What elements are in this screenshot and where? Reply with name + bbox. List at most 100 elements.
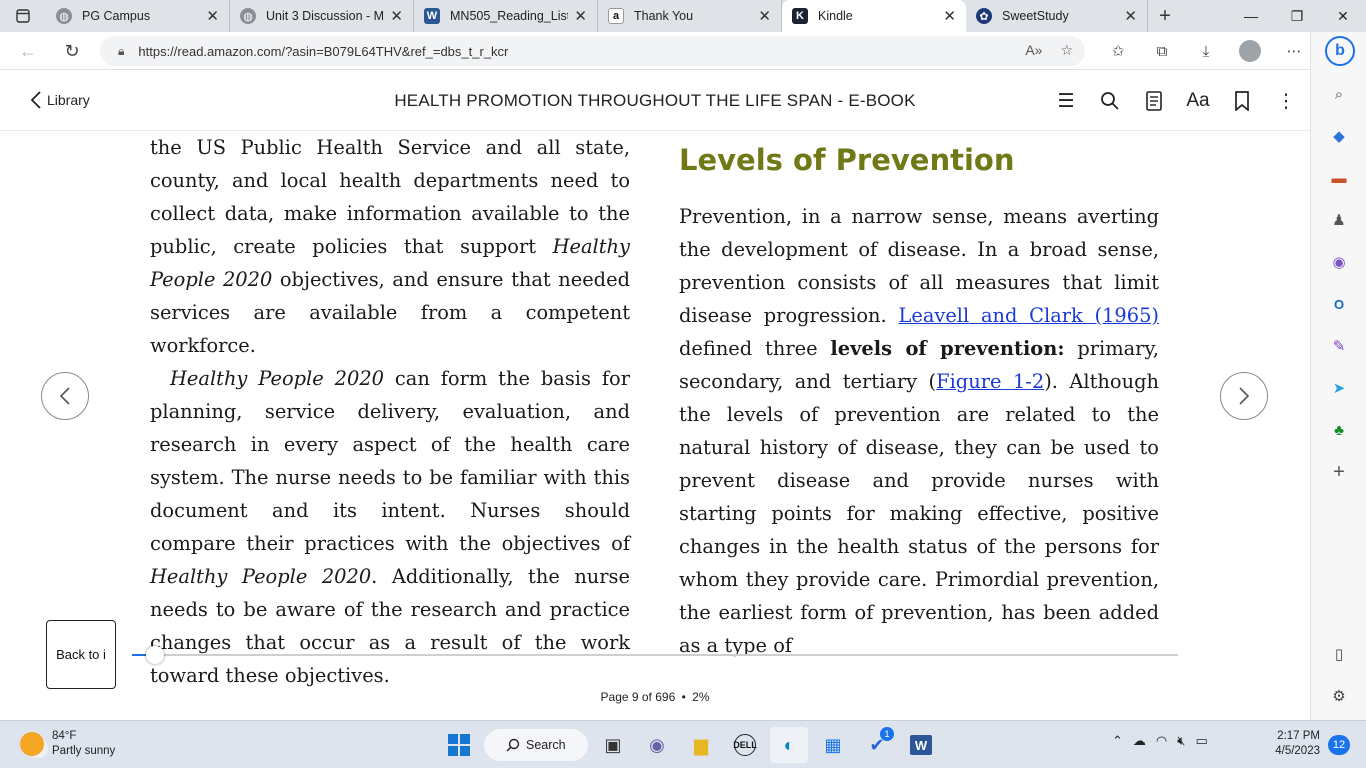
- left-text-column: the US Public Health Service and all sta…: [150, 131, 630, 692]
- refresh-button[interactable]: ↻: [52, 41, 92, 62]
- right-text-column: Levels of Prevention Prevention, in a na…: [679, 131, 1159, 662]
- read-aloud-icon[interactable]: A»: [1025, 42, 1042, 59]
- tools-icon[interactable]: ▬: [1329, 168, 1349, 188]
- address-bar[interactable]: 🔒︎ https://read.amazon.com/?asin=B079L64…: [100, 36, 1085, 66]
- microsoft-store-icon[interactable]: ▦: [814, 727, 852, 763]
- edge-browser-icon[interactable]: ◐: [770, 727, 808, 763]
- close-tab-icon[interactable]: ✕: [758, 7, 771, 25]
- designer-icon[interactable]: ✎: [1329, 336, 1349, 356]
- browser-tab[interactable]: a Thank You ✕: [598, 0, 782, 32]
- percent-read: 2%: [692, 690, 710, 704]
- window-controls: — ❐ ✕: [1228, 0, 1366, 32]
- minimize-button[interactable]: —: [1228, 0, 1274, 32]
- section-heading: Levels of Prevention: [679, 143, 1015, 177]
- sidebar-toggle-icon[interactable]: ▯: [1329, 644, 1349, 664]
- close-tab-icon[interactable]: ✕: [943, 7, 956, 25]
- progress-slider-thumb[interactable]: [146, 646, 164, 664]
- browser-tab[interactable]: ✿ SweetStudy ✕: [966, 0, 1148, 32]
- lock-icon: 🔒︎: [118, 43, 125, 58]
- add-sidebar-item-icon[interactable]: +: [1329, 461, 1349, 483]
- paragraph: the US Public Health Service and all sta…: [150, 136, 630, 357]
- more-options-icon[interactable]: ⋮: [1264, 87, 1308, 115]
- partly-sunny-icon: [20, 732, 44, 756]
- edge-sidebar: b ⌕ ◆ ▬ ♟ ◉ O ✎ ➤ ♣ + ▯ ⚙: [1310, 32, 1366, 720]
- page-number: Page 9 of 696: [600, 690, 676, 704]
- bing-icon[interactable]: b: [1325, 36, 1355, 66]
- downloads-icon[interactable]: ⤓: [1184, 43, 1228, 60]
- start-button[interactable]: [440, 727, 478, 763]
- browser-tab[interactable]: ◍ Unit 3 Discussion - MN ✕: [230, 0, 414, 32]
- todo-icon[interactable]: ✔ 1: [858, 727, 896, 763]
- browser-tab[interactable]: W MN505_Reading_List.d ✕: [414, 0, 598, 32]
- search-icon[interactable]: [1088, 87, 1132, 115]
- shopping-icon[interactable]: ◆: [1329, 126, 1349, 146]
- previous-page-button[interactable]: [41, 372, 89, 420]
- system-tray: ⌃ ☁ ◠ 🔇︎ ▭: [1112, 733, 1208, 749]
- paragraph: Prevention, in a narrow sense, means ave…: [679, 205, 1159, 657]
- onedrive-icon[interactable]: ☁: [1133, 733, 1146, 749]
- search-icon[interactable]: ⌕: [1329, 84, 1349, 104]
- notes-icon[interactable]: [1132, 87, 1176, 115]
- windows-logo-icon: [448, 734, 470, 756]
- collections-icon[interactable]: ⧉: [1140, 43, 1184, 60]
- back-to-location-button[interactable]: Back to i: [46, 620, 116, 689]
- word-app-icon[interactable]: W: [902, 727, 940, 763]
- arrow-left-icon: ←: [19, 41, 37, 61]
- close-tab-icon[interactable]: ✕: [574, 7, 587, 25]
- volume-muted-icon[interactable]: 🔇︎: [1177, 733, 1185, 749]
- battery-icon[interactable]: ▭: [1195, 733, 1207, 749]
- tab-title: SweetStudy: [1002, 9, 1069, 23]
- separator: •: [681, 690, 686, 704]
- tree-icon[interactable]: ♣: [1329, 420, 1349, 440]
- notification-badge[interactable]: 12: [1328, 735, 1350, 755]
- browser-toolbar: ✩ ⧉ ⤓ ⋯: [1096, 32, 1316, 70]
- tab-actions-button[interactable]: [0, 0, 46, 32]
- profile-avatar[interactable]: [1239, 40, 1261, 62]
- date: 4/5/2023: [1275, 745, 1320, 757]
- dell-icon[interactable]: DELL: [726, 727, 764, 763]
- outlook-icon[interactable]: O: [1329, 294, 1349, 314]
- next-page-button[interactable]: [1220, 372, 1268, 420]
- settings-gear-icon[interactable]: ⚙: [1329, 686, 1349, 706]
- favorites-icon[interactable]: ✩: [1096, 42, 1140, 60]
- teams-chat-icon[interactable]: ◉: [638, 727, 676, 763]
- citation-link[interactable]: Leavell and Clark (1965): [898, 304, 1159, 327]
- new-tab-button[interactable]: +: [1148, 0, 1182, 32]
- microsoft365-icon[interactable]: ◉: [1329, 252, 1349, 272]
- todo-badge: 1: [880, 727, 894, 741]
- address-toolbar: ← ↻ 🔒︎ https://read.amazon.com/?asin=B07…: [0, 32, 1310, 70]
- close-tab-icon[interactable]: ✕: [206, 7, 219, 25]
- omnibox-actions: A» ☆: [1025, 42, 1073, 59]
- figure-link[interactable]: Figure 1-2: [936, 370, 1044, 393]
- send-icon[interactable]: ➤: [1329, 378, 1349, 398]
- weather-condition: Partly sunny: [52, 745, 116, 757]
- wifi-icon[interactable]: ◠: [1156, 733, 1167, 749]
- progress-slider-track[interactable]: [132, 654, 1178, 656]
- file-explorer-icon[interactable]: ▆: [682, 727, 720, 763]
- font-settings-icon[interactable]: Aa: [1176, 87, 1220, 115]
- task-view-icon[interactable]: ▣: [594, 727, 632, 763]
- time: 2:17 PM: [1277, 730, 1320, 742]
- chevron-left-icon: [59, 387, 70, 405]
- close-window-button[interactable]: ✕: [1320, 0, 1366, 32]
- page-location-info: Page 9 of 696 • 2%: [0, 690, 1310, 704]
- restore-button[interactable]: ❐: [1274, 0, 1320, 32]
- tab-title: MN505_Reading_List.d: [450, 9, 569, 23]
- back-button[interactable]: ←: [8, 41, 48, 62]
- clock[interactable]: 2:17 PM 4/5/2023: [1264, 729, 1320, 759]
- chevron-up-icon[interactable]: ⌃: [1112, 733, 1123, 749]
- close-tab-icon[interactable]: ✕: [390, 7, 403, 25]
- weather-widget[interactable]: 84°F Partly sunny: [20, 729, 115, 759]
- bookmark-icon[interactable]: [1220, 87, 1264, 115]
- table-of-contents-icon[interactable]: ☰: [1044, 87, 1088, 115]
- close-tab-icon[interactable]: ✕: [1124, 7, 1137, 25]
- taskbar-apps: Search ▣ ◉ ▆ DELL ◐ ▦ ✔ 1 W: [440, 727, 940, 763]
- games-icon[interactable]: ♟: [1329, 210, 1349, 230]
- add-favorite-icon[interactable]: ☆: [1060, 42, 1073, 59]
- browser-tab[interactable]: ◍ PG Campus ✕: [46, 0, 230, 32]
- tab-title: Thank You: [634, 9, 694, 23]
- browser-tab-active[interactable]: K Kindle ✕: [782, 0, 966, 32]
- kindle-header: Library HEALTH PROMOTION THROUGHOUT THE …: [0, 71, 1310, 131]
- tab-strip: ◍ PG Campus ✕ ◍ Unit 3 Discussion - MN ✕…: [0, 0, 1366, 32]
- taskbar-search[interactable]: Search: [484, 729, 588, 761]
